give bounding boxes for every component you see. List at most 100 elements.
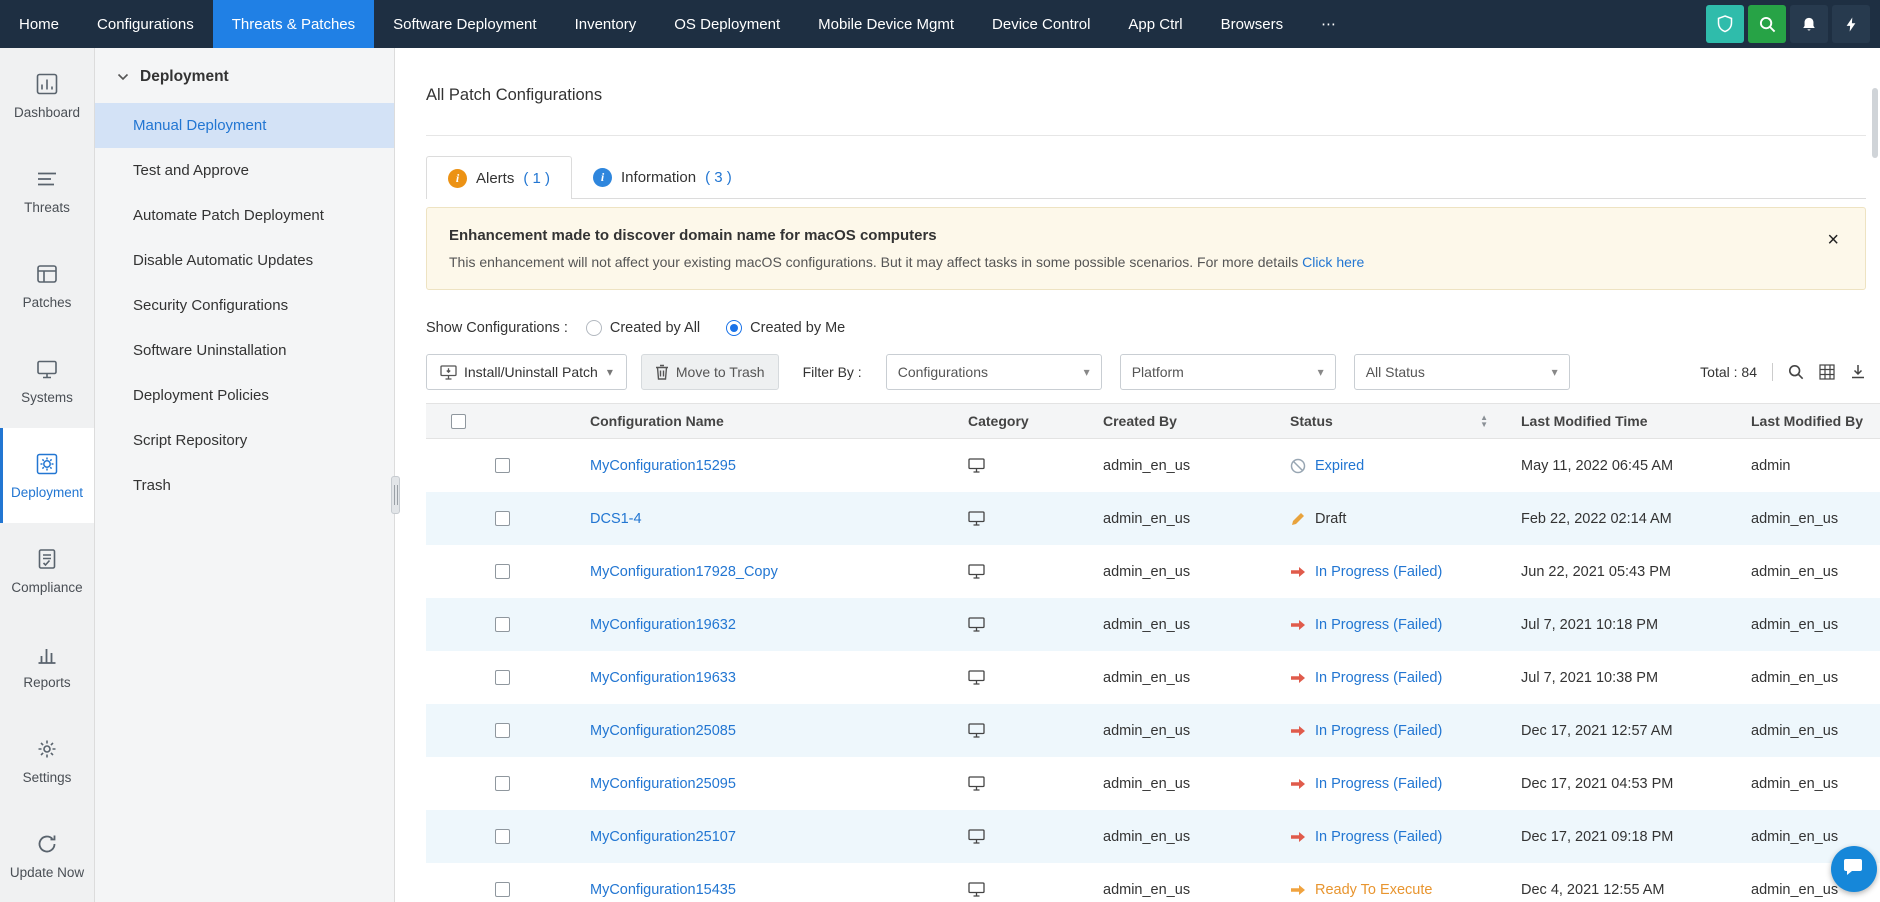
rail-item-label: Patches	[23, 295, 72, 310]
sidebar-item-automate-patch-deployment[interactable]: Automate Patch Deployment	[95, 193, 394, 238]
quick-actions-button[interactable]	[1832, 5, 1870, 43]
status-text[interactable]: In Progress (Failed)	[1315, 564, 1442, 580]
export-icon[interactable]	[1850, 364, 1866, 380]
sort-icon[interactable]: ▲▼	[1480, 414, 1488, 428]
configuration-name-link[interactable]: MyConfiguration15435	[590, 882, 736, 898]
rail-item-settings[interactable]: Settings	[0, 713, 94, 808]
column-last-modified-by[interactable]: Last Modified By	[1741, 413, 1880, 429]
rail-item-label: Deployment	[11, 485, 83, 500]
row-checkbox[interactable]	[495, 723, 510, 738]
topnav-item-browsers[interactable]: Browsers	[1202, 0, 1303, 48]
status-text[interactable]: In Progress (Failed)	[1315, 617, 1442, 633]
configuration-name-link[interactable]: MyConfiguration19632	[590, 617, 736, 633]
topnav-item-mobile-device-mgmt[interactable]: Mobile Device Mgmt	[799, 0, 973, 48]
page-scrollbar-thumb[interactable]	[1872, 88, 1878, 158]
sidebar-item-test-and-approve[interactable]: Test and Approve	[95, 148, 394, 193]
topnav-item-more[interactable]: ⋯	[1302, 0, 1355, 48]
configuration-name-link[interactable]: DCS1-4	[590, 511, 642, 527]
topnav-item-software-deployment[interactable]: Software Deployment	[374, 0, 555, 48]
configuration-name-link[interactable]: MyConfiguration25107	[590, 829, 736, 845]
sidebar-item-trash[interactable]: Trash	[95, 463, 394, 508]
status-text[interactable]: Ready To Execute	[1315, 882, 1432, 898]
sidebar-item-disable-automatic-updates[interactable]: Disable Automatic Updates	[95, 238, 394, 283]
topnav-item-device-control[interactable]: Device Control	[973, 0, 1109, 48]
column-last-modified-time[interactable]: Last Modified Time	[1506, 413, 1741, 429]
rail-item-compliance[interactable]: Compliance	[0, 523, 94, 618]
move-to-trash-button[interactable]: Move to Trash	[641, 354, 779, 390]
rail-item-systems[interactable]: Systems	[0, 333, 94, 428]
table-row: MyConfiguration25095admin_en_usIn Progre…	[426, 757, 1880, 810]
filter-dropdown-configurations[interactable]: Configurations▾	[886, 354, 1102, 390]
created-by: admin_en_us	[1086, 617, 1271, 633]
created-by: admin_en_us	[1086, 670, 1271, 686]
rail-item-update-now[interactable]: Update Now	[0, 808, 94, 902]
click-here-link[interactable]: Click here	[1302, 254, 1364, 270]
computer-icon	[968, 617, 985, 632]
trash-icon	[655, 364, 669, 380]
configuration-name-link[interactable]: MyConfiguration25095	[590, 776, 736, 792]
row-checkbox[interactable]	[495, 829, 510, 844]
rail-item-patches[interactable]: Patches	[0, 238, 94, 333]
rail-item-reports[interactable]: Reports	[0, 618, 94, 713]
column-chooser-icon[interactable]	[1819, 364, 1835, 380]
global-search-button[interactable]	[1748, 5, 1786, 43]
install-uninstall-patch-button[interactable]: Install/Uninstall Patch ▾	[426, 354, 627, 390]
security-shield-button[interactable]	[1706, 5, 1744, 43]
rail-item-threats[interactable]: Threats	[0, 143, 94, 238]
chevron-down-icon	[117, 73, 129, 81]
row-checkbox[interactable]	[495, 670, 510, 685]
row-checkbox[interactable]	[495, 511, 510, 526]
topnav-item-inventory[interactable]: Inventory	[556, 0, 656, 48]
topnav-item-app-ctrl[interactable]: App Ctrl	[1109, 0, 1201, 48]
select-all-checkbox[interactable]	[451, 414, 466, 429]
column-category[interactable]: Category	[946, 413, 1086, 429]
status-text[interactable]: In Progress (Failed)	[1315, 723, 1442, 739]
status-text[interactable]: In Progress (Failed)	[1315, 670, 1442, 686]
column-configuration-name[interactable]: Configuration Name	[566, 413, 946, 429]
configuration-name-link[interactable]: MyConfiguration15295	[590, 458, 736, 474]
sidebar-item-security-configurations[interactable]: Security Configurations	[95, 283, 394, 328]
status-text[interactable]: In Progress (Failed)	[1315, 829, 1442, 845]
topnav-item-os-deployment[interactable]: OS Deployment	[655, 0, 799, 48]
column-created-by[interactable]: Created By	[1086, 413, 1271, 429]
tab-label: Information	[621, 169, 696, 186]
row-checkbox[interactable]	[495, 882, 510, 897]
radio-created-by-me[interactable]: Created by Me	[726, 320, 845, 336]
sidebar-item-script-repository[interactable]: Script Repository	[95, 418, 394, 463]
tab-count: ( 1 )	[523, 170, 550, 187]
table-row: MyConfiguration15295admin_en_usExpiredMa…	[426, 439, 1880, 492]
configuration-name-link[interactable]: MyConfiguration17928_Copy	[590, 564, 778, 580]
sidebar-item-deployment-policies[interactable]: Deployment Policies	[95, 373, 394, 418]
sidebar-item-software-uninstallation[interactable]: Software Uninstallation	[95, 328, 394, 373]
support-chat-button[interactable]	[1831, 846, 1877, 892]
rail-item-dashboard[interactable]: Dashboard	[0, 48, 94, 143]
filter-dropdown-platform[interactable]: Platform▾	[1120, 354, 1336, 390]
configuration-name-link[interactable]: MyConfiguration25085	[590, 723, 736, 739]
notifications-button[interactable]	[1790, 5, 1828, 43]
status-text[interactable]: In Progress (Failed)	[1315, 776, 1442, 792]
row-checkbox[interactable]	[495, 617, 510, 632]
row-checkbox[interactable]	[495, 776, 510, 791]
topnav-item-configurations[interactable]: Configurations	[78, 0, 213, 48]
sidebar-section-deployment[interactable]: Deployment	[95, 68, 394, 86]
configuration-name-link[interactable]: MyConfiguration19633	[590, 670, 736, 686]
tab-alerts[interactable]: i Alerts ( 1 )	[426, 156, 572, 199]
status-text[interactable]: Expired	[1315, 458, 1364, 474]
rail-item-deployment[interactable]: Deployment	[0, 428, 94, 523]
lightning-icon	[1844, 16, 1858, 33]
tab-information[interactable]: i Information ( 3 )	[572, 156, 753, 198]
table-search-icon[interactable]	[1788, 364, 1804, 380]
topnav-item-threats-patches[interactable]: Threats & Patches	[213, 0, 374, 48]
banner-close-icon[interactable]: ×	[1827, 230, 1839, 250]
sidebar-item-manual-deployment[interactable]: Manual Deployment	[95, 103, 394, 148]
rail-item-label: Reports	[23, 675, 70, 690]
column-status[interactable]: Status ▲▼	[1271, 413, 1506, 429]
row-checkbox[interactable]	[495, 458, 510, 473]
topnav-item-home[interactable]: Home	[0, 0, 78, 48]
panel-resize-handle[interactable]	[391, 476, 400, 514]
radio-created-by-all[interactable]: Created by All	[586, 320, 700, 336]
filter-dropdown-all-status[interactable]: All Status▾	[1354, 354, 1570, 390]
settings-icon	[36, 737, 58, 761]
row-checkbox[interactable]	[495, 564, 510, 579]
table-body: MyConfiguration15295admin_en_usExpiredMa…	[426, 439, 1880, 902]
